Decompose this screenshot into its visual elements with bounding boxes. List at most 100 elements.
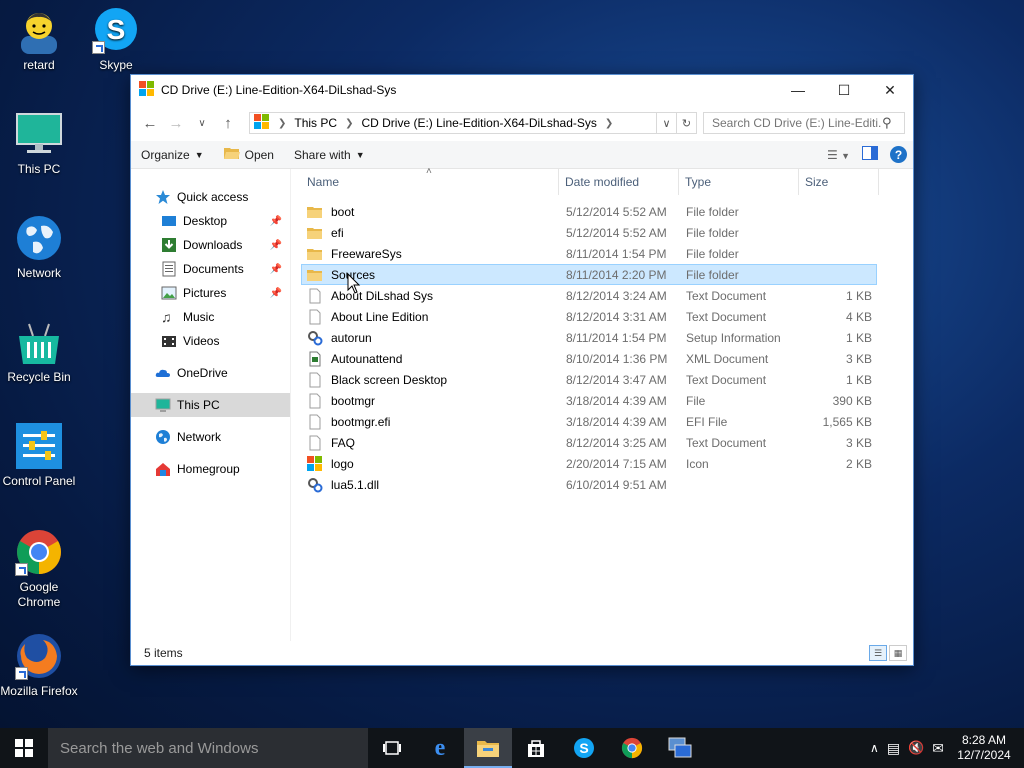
change-view-icon[interactable]: ☰ ▼	[827, 148, 850, 162]
nav-item-music[interactable]: ♫ Music	[131, 305, 290, 329]
search-icon[interactable]: ⚲	[882, 115, 892, 131]
gear-file-icon	[307, 330, 323, 346]
title-bar[interactable]: CD Drive (E:) Line-Edition-X64-DiLshad-S…	[131, 75, 913, 105]
taskbar-app-store[interactable]	[512, 728, 560, 768]
column-header-date-modified[interactable]: Date modified	[559, 169, 679, 195]
nav-item-onedrive[interactable]: OneDrive	[131, 361, 290, 385]
nav-item-desktop[interactable]: Desktop 📌	[131, 209, 290, 233]
refresh-icon[interactable]: ↻	[676, 113, 696, 133]
file-row[interactable]: bootmgr 3/18/2014 4:39 AM File 390 KB	[301, 390, 877, 411]
task-view-button[interactable]	[368, 728, 416, 768]
nav-label: Documents	[183, 262, 244, 276]
system-tray: ∧ ▤ 🔇 ✉ 8:28 AM 12/7/2024	[870, 728, 1024, 768]
file-row[interactable]: logo 2/20/2014 7:15 AM Icon 2 KB	[301, 453, 877, 474]
nav-item-documents[interactable]: Documents 📌	[131, 257, 290, 281]
up-arrow-icon[interactable]: ↑	[217, 115, 239, 132]
file-date: 8/12/2014 3:31 AM	[566, 309, 667, 324]
help-icon[interactable]: ?	[890, 146, 907, 163]
file-type: EFI File	[686, 414, 728, 429]
file-row[interactable]: efi 5/12/2014 5:52 AM File folder	[301, 222, 877, 243]
recent-locations-chevron-icon[interactable]: ∨	[191, 118, 213, 129]
taskbar-app-file-explorer[interactable]	[464, 728, 512, 768]
file-row[interactable]: bootmgr.efi 3/18/2014 4:39 AM EFI File 1,56…	[301, 411, 877, 432]
pin-icon[interactable]: 📌	[270, 264, 282, 275]
file-row[interactable]: autorun 8/11/2014 1:54 PM Setup Informatio…	[301, 327, 877, 348]
minimize-button[interactable]: —	[775, 75, 821, 105]
file-row[interactable]: Black screen Desktop 8/12/2014 3:47 AM Tex…	[301, 369, 877, 390]
file-date: 6/10/2014 9:51 AM	[566, 477, 667, 492]
nav-item-quick-access[interactable]: Quick access	[131, 185, 290, 209]
action-center-icon[interactable]: ✉	[932, 740, 944, 757]
start-button[interactable]	[0, 728, 48, 768]
desktop-icon-firefox[interactable]: Mozilla Firefox	[0, 632, 78, 699]
organize-button[interactable]: Organize ▼	[141, 148, 204, 162]
address-dropdown-chevron-icon[interactable]: ∨	[656, 113, 676, 133]
back-arrow-icon[interactable]: ←	[139, 115, 161, 132]
pin-icon[interactable]: 📌	[270, 216, 282, 227]
nav-item-downloads[interactable]: Downloads 📌	[131, 233, 290, 257]
desktop-icon-chrome[interactable]: Google Chrome	[0, 528, 78, 610]
column-header-size[interactable]: Size	[799, 169, 879, 195]
pin-icon[interactable]: 📌	[270, 288, 282, 299]
taskbar-search-box[interactable]: Search the web and Windows	[48, 728, 368, 768]
file-row[interactable]: Autounattend 8/10/2014 1:36 PM XML Documen…	[301, 348, 877, 369]
taskbar-app-remote-desktop[interactable]	[656, 728, 704, 768]
shortcut-arrow-icon	[15, 667, 28, 680]
clock[interactable]: 8:28 AM 12/7/2024	[952, 733, 1016, 763]
chevron-right-icon[interactable]: ❯	[278, 118, 286, 129]
forward-arrow-icon[interactable]: →	[165, 115, 187, 132]
file-date: 2/20/2014 7:15 AM	[566, 456, 667, 471]
open-button[interactable]: Open	[223, 146, 274, 163]
share-with-button[interactable]: Share with ▼	[294, 148, 365, 162]
homegroup-icon	[155, 461, 171, 477]
nav-item-network[interactable]: Network	[131, 425, 290, 449]
pin-icon[interactable]: 📌	[270, 240, 282, 251]
file-row[interactable]: FreewareSys 8/11/2014 1:54 PM File folder	[301, 243, 877, 264]
column-header-type[interactable]: Type	[679, 169, 799, 195]
taskbar-app-chrome[interactable]	[608, 728, 656, 768]
desktop-icon-this-pc[interactable]: This PC	[0, 110, 78, 177]
large-icons-view-icon[interactable]: ▦	[889, 645, 907, 661]
column-header-name[interactable]: Name	[301, 169, 559, 195]
close-button[interactable]: ✕	[867, 75, 913, 105]
file-row[interactable]: FAQ 8/12/2014 3:25 AM Text Document 3 KB	[301, 432, 877, 453]
desktop-icon-skype[interactable]: S Skype	[77, 6, 155, 73]
search-box[interactable]: ⚲	[703, 112, 905, 134]
desktop-icon-network[interactable]: Network	[0, 214, 78, 281]
chevron-right-icon[interactable]: ❯	[605, 118, 613, 129]
desktop-icon-label: Network	[16, 266, 61, 280]
nav-item-this-pc[interactable]: This PC	[131, 393, 290, 417]
file-row[interactable]: About DiLshad Sys 8/12/2014 3:24 AM Text D…	[301, 285, 877, 306]
nav-item-homegroup[interactable]: Homegroup	[131, 457, 290, 481]
desktop-icon-label: Recycle Bin	[7, 370, 71, 384]
breadcrumb-item-this-pc[interactable]: This PC	[294, 116, 337, 130]
chevron-up-icon[interactable]: ∧	[870, 741, 879, 755]
maximize-button[interactable]: ☐	[821, 75, 867, 105]
taskbar-app-skype[interactable]: S	[560, 728, 608, 768]
file-row[interactable]: boot 5/12/2014 5:52 AM File folder	[301, 201, 877, 222]
firefox-icon	[15, 632, 63, 680]
desktop-icon-user[interactable]: retard	[0, 6, 78, 73]
volume-muted-icon[interactable]: 🔇	[908, 740, 924, 756]
file-date: 8/11/2014 1:54 PM	[566, 330, 667, 345]
breadcrumb[interactable]: ❯ This PC ❯ CD Drive (E:) Line-Edition-X…	[249, 112, 697, 134]
chevron-right-icon[interactable]: ❯	[345, 118, 353, 129]
breadcrumb-item-cd-drive[interactable]: CD Drive (E:) Line-Edition-X64-DiLshad-S…	[361, 116, 596, 130]
nav-label: Quick access	[177, 190, 249, 204]
preview-pane-icon[interactable]	[862, 146, 878, 163]
file-row[interactable]: About Line Edition 8/12/2014 3:31 AM Text …	[301, 306, 877, 327]
network-icon[interactable]: ▤	[887, 740, 900, 757]
windows-logo-icon	[254, 113, 270, 133]
nav-item-videos[interactable]: Videos	[131, 329, 290, 353]
desktop-icon-control-panel[interactable]: Control Panel	[0, 422, 78, 489]
file-row[interactable]: lua5.1.dll 6/10/2014 9:51 AM	[301, 474, 877, 495]
search-input[interactable]	[712, 116, 882, 130]
file-size: 4 KB	[845, 309, 872, 324]
details-view-icon[interactable]: ☰	[869, 645, 887, 661]
file-name: FreewareSys	[331, 246, 402, 261]
desktop-icon-recycle-bin[interactable]: Recycle Bin	[0, 318, 78, 385]
file-row[interactable]: Sources 8/11/2014 2:20 PM File folder	[301, 264, 877, 285]
taskbar-app-edge[interactable]: e	[416, 728, 464, 768]
nav-item-pictures[interactable]: Pictures 📌	[131, 281, 290, 305]
file-name: Black screen Desktop	[331, 372, 448, 387]
